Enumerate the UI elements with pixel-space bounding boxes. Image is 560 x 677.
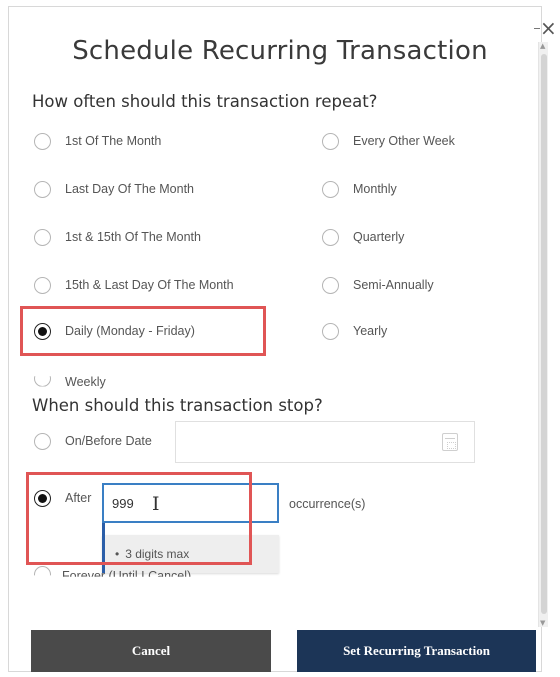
frequency-question: How often should this transaction repeat… (32, 92, 378, 111)
radio-button[interactable] (34, 376, 51, 387)
option-quarterly[interactable]: Quarterly (322, 227, 404, 247)
option-on-before-date[interactable]: On/Before Date (34, 431, 152, 451)
text-cursor-icon: I (152, 493, 160, 515)
dialog-title: Schedule Recurring Transaction (72, 36, 488, 66)
close-icon[interactable]: × (534, 18, 557, 38)
scrollbar[interactable]: ▲ ▼ (538, 42, 548, 627)
option-yearly[interactable]: Yearly (322, 321, 387, 341)
bullet: • (115, 547, 120, 561)
option-every-other-week[interactable]: Every Other Week (322, 131, 455, 151)
option-label: After (65, 491, 92, 505)
radio-button-selected[interactable] (34, 489, 51, 507)
option-label: Semi-Annually (353, 278, 434, 292)
option-daily[interactable]: Daily (Monday - Friday) (34, 321, 195, 341)
validation-tooltip: • 3 digits max (102, 535, 279, 573)
occurrences-input[interactable]: 999 I (102, 483, 279, 523)
tooltip-text: 3 digits max (125, 547, 190, 561)
set-recurring-transaction-button[interactable]: Set Recurring Transaction (297, 630, 536, 672)
option-label: 1st Of The Month (65, 134, 162, 148)
stop-question: When should this transaction stop? (32, 396, 323, 415)
option-label: Every Other Week (353, 134, 455, 148)
date-input[interactable] (175, 421, 475, 463)
radio-button-selected[interactable] (34, 322, 51, 340)
option-label: 15th & Last Day Of The Month (65, 278, 234, 292)
option-label: Daily (Monday - Friday) (65, 324, 195, 338)
option-label: Weekly (65, 375, 106, 389)
radio-button[interactable] (322, 228, 339, 246)
scroll-down-icon[interactable]: ▼ (540, 619, 545, 627)
occurrences-suffix: occurrence(s) (289, 497, 366, 511)
radio-button[interactable] (34, 432, 51, 450)
radio-button[interactable] (322, 276, 339, 294)
radio-button[interactable] (322, 180, 339, 198)
option-1st-of-month[interactable]: 1st Of The Month (34, 131, 161, 151)
option-semi-annually[interactable]: Semi-Annually (322, 275, 434, 295)
radio-button[interactable] (34, 180, 51, 198)
radio-button[interactable] (322, 132, 339, 150)
option-1st-15th-of-month[interactable]: 1st & 15th Of The Month (34, 227, 201, 247)
scrollbar-thumb[interactable] (541, 54, 547, 614)
option-last-day-of-month[interactable]: Last Day Of The Month (34, 179, 194, 199)
radio-button[interactable] (322, 322, 339, 340)
option-15th-last-day-of-month[interactable]: 15th & Last Day Of The Month (34, 275, 234, 295)
option-monthly[interactable]: Monthly (322, 179, 397, 199)
radio-button[interactable] (34, 228, 51, 246)
radio-button[interactable] (34, 276, 51, 294)
option-label: Monthly (353, 182, 397, 196)
option-label: On/Before Date (65, 434, 152, 448)
option-label: Quarterly (353, 230, 405, 244)
option-label: Last Day Of The Month (65, 182, 194, 196)
option-after[interactable]: After (34, 488, 91, 508)
option-label: 1st & 15th Of The Month (65, 230, 201, 244)
option-weekly[interactable]: Weekly (34, 368, 106, 389)
calendar-icon[interactable] (442, 433, 458, 451)
cancel-button[interactable]: Cancel (31, 630, 271, 672)
occurrences-value: 999 (112, 495, 134, 511)
radio-button[interactable] (34, 132, 51, 150)
option-label: Yearly (353, 324, 388, 338)
